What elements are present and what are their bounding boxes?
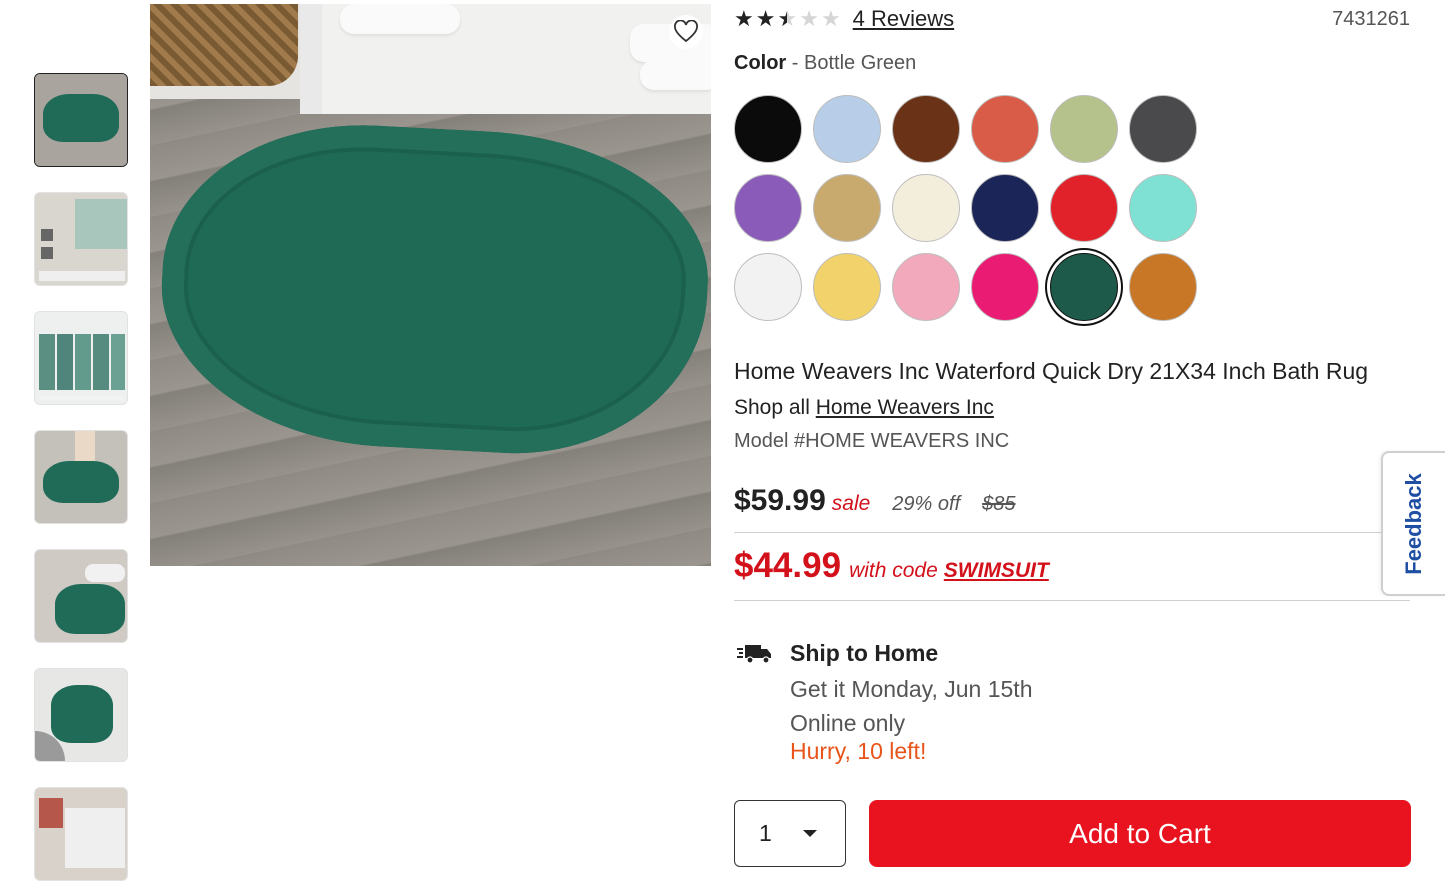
sku-number: 7431261 [1332, 8, 1410, 30]
sale-label: sale [831, 492, 871, 515]
thumbnail-4[interactable] [34, 430, 128, 524]
color-swatch[interactable] [813, 95, 881, 163]
shop-all-prefix: Shop all [734, 396, 810, 419]
brand-link[interactable]: Home Weavers Inc [816, 396, 994, 419]
color-label-separator: - [791, 52, 799, 74]
original-price: $85 [982, 493, 1016, 515]
stock-alert: Hurry, 10 left! [790, 738, 927, 764]
color-swatch[interactable] [892, 174, 960, 242]
color-swatch[interactable] [734, 253, 802, 321]
star-icon: ★ [755, 6, 776, 31]
selected-color-name: Bottle Green [804, 52, 917, 74]
divider [734, 532, 1410, 533]
price-row: $59.99 sale 29% off $85 [734, 484, 1016, 518]
promo-code-link[interactable]: SWIMSUIT [944, 559, 1049, 583]
quantity-select[interactable]: 1 [734, 800, 846, 867]
delivery-date: Get it Monday, Jun 15th [790, 676, 1033, 702]
star-icon: ★ [734, 6, 754, 31]
color-swatch[interactable] [1129, 95, 1197, 163]
delivery-truck-icon [737, 641, 773, 670]
discount-percent: 29% off [892, 493, 961, 515]
color-swatch[interactable] [1050, 174, 1118, 242]
add-to-cart-button[interactable]: Add to Cart [869, 800, 1411, 867]
color-label: Color - Bottle Green [734, 52, 916, 75]
color-label-text: Color [734, 52, 787, 74]
reviews-link[interactable]: 4 Reviews [853, 6, 954, 32]
color-swatch[interactable] [813, 253, 881, 321]
ship-to-home-title: Ship to Home [790, 640, 939, 666]
star-rating: ★ ★ ★ ★ ★ [734, 6, 841, 32]
feedback-label: Feedback [1401, 472, 1426, 575]
star-icon: ★ [777, 6, 798, 31]
sale-price: $59.99 [734, 484, 826, 517]
thumbnail-2[interactable] [34, 192, 128, 286]
promo-price: $44.99 [734, 546, 842, 585]
color-swatch[interactable] [1050, 253, 1118, 321]
shop-all-brand: Shop all Home Weavers Inc [734, 396, 994, 420]
color-swatch[interactable] [971, 253, 1039, 321]
color-swatch[interactable] [734, 95, 802, 163]
favorite-heart-icon[interactable] [669, 15, 703, 49]
rating-row: ★ ★ ★ ★ ★ 4 Reviews [734, 6, 954, 32]
color-swatch[interactable] [813, 174, 881, 242]
color-swatch[interactable] [971, 95, 1039, 163]
thumbnail-list [34, 73, 128, 891]
product-main-image[interactable] [150, 4, 711, 566]
color-swatch[interactable] [1129, 253, 1197, 321]
thumbnail-6[interactable] [34, 668, 128, 762]
feedback-tab[interactable]: Feedback [1381, 451, 1445, 596]
color-swatch[interactable] [734, 174, 802, 242]
star-icon: ★ [799, 6, 819, 31]
model-number: Model #HOME WEAVERS INC [734, 430, 1010, 452]
product-title: Home Weavers Inc Waterford Quick Dry 21X… [734, 358, 1369, 384]
star-icon: ★ [820, 6, 841, 31]
divider [734, 600, 1410, 601]
thumbnail-3[interactable] [34, 311, 128, 405]
thumbnail-5[interactable] [34, 549, 128, 643]
color-swatch[interactable] [892, 253, 960, 321]
promo-row: $44.99 with code SWIMSUIT [734, 546, 1049, 586]
thumbnail-1[interactable] [34, 73, 128, 167]
chevron-down-icon [803, 830, 817, 837]
color-swatch[interactable] [1129, 174, 1197, 242]
color-swatch[interactable] [971, 174, 1039, 242]
promo-with-code: with code [849, 559, 938, 582]
thumbnail-7[interactable] [34, 787, 128, 881]
quantity-value: 1 [759, 820, 772, 846]
color-swatch-grid [734, 95, 1204, 321]
availability-text: Online only [790, 710, 906, 736]
color-swatch[interactable] [892, 95, 960, 163]
color-swatch[interactable] [1050, 95, 1118, 163]
